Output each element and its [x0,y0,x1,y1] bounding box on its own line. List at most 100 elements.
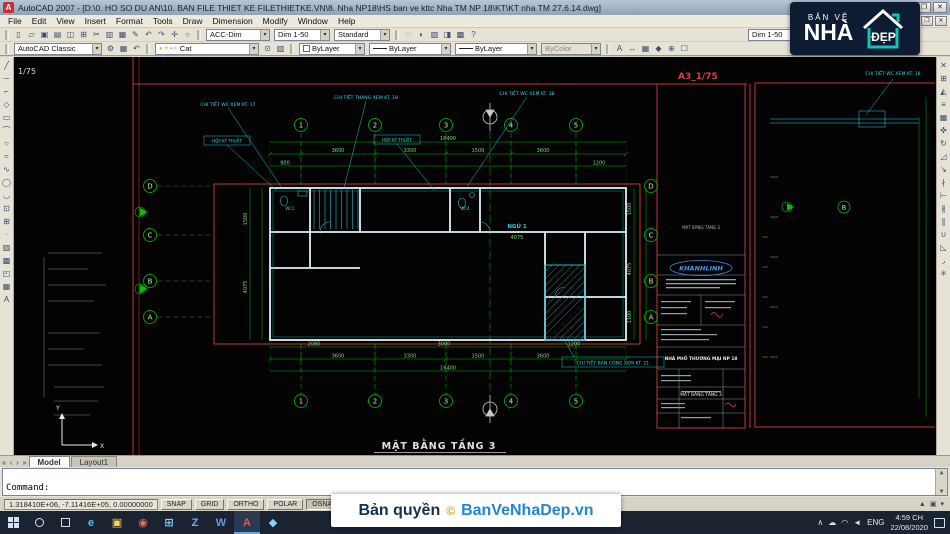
toolbar-icon-line[interactable]: ╱ [0,59,13,72]
toolbar-icon-rectangle[interactable]: ▭ [0,111,13,124]
toolbar-icon-table-style[interactable]: ▦ [639,43,652,55]
taskbar-store[interactable]: ⊞ [156,511,182,534]
taskbar-edge[interactable]: e [78,511,104,534]
toolbar-grip[interactable] [290,43,294,54]
menu-dimension[interactable]: Dimension [208,16,258,26]
taskbar-photos[interactable]: ◆ [260,511,286,534]
toolbar-icon-workspace-settings[interactable]: ⚙ [104,43,117,55]
linetype-dropdown[interactable]: ByLayer ▾ [369,42,451,55]
tab-model[interactable]: Model [28,456,70,467]
toolbar-icon-construction-line[interactable]: ─ [0,72,13,85]
toolbar-icon-revision-cloud[interactable]: ≈ [0,150,13,163]
toolbar-icon-pan[interactable]: ✛ [168,29,181,41]
command-input[interactable]: Command: ▲ ▼ [2,468,948,496]
dim-scale-dropdown[interactable]: Dim 1-50 ▾ [274,28,330,41]
toolbar-icon-ellipse-arc[interactable]: ◡ [0,189,13,202]
toggle-snap[interactable]: SNAP [160,498,192,510]
toolbar-icon-copy[interactable]: ⊞ [937,72,950,85]
toolbar-icon-zoom-realtime[interactable]: ○ [181,29,194,41]
toolbar-icon-break[interactable]: ∥ [937,215,950,228]
toolbar-icon-chamfer[interactable]: ◺ [937,241,950,254]
toggle-ortho[interactable]: ORTHO [227,498,265,510]
toolbar-icon-plot-preview[interactable]: ◫ [64,29,77,41]
clock[interactable]: 4:59 CH 22/08/2020 [890,513,928,532]
search-button[interactable] [26,511,52,534]
menu-window[interactable]: Window [293,16,333,26]
volume-icon[interactable]: ◄ [853,518,861,527]
toolbar-icon-named-views[interactable]: ☐ [678,43,691,55]
toolbar-lock-icon[interactable]: ▣ [930,500,937,508]
toolbar-grip[interactable] [395,29,399,40]
menu-insert[interactable]: Insert [80,16,111,26]
toolbar-icon-make-block[interactable]: ⊞ [0,215,13,228]
network-icon[interactable]: ◠ [841,518,848,527]
start-button[interactable] [0,511,26,534]
taskbar-word[interactable]: W [208,511,234,534]
tab-last-icon[interactable]: » [21,460,29,467]
toolbar-icon-trim[interactable]: ∤ [937,176,950,189]
toolbar-icon-move[interactable]: ✜ [937,124,950,137]
toolbar-icon-polygon[interactable]: ◇ [0,98,13,111]
toolbar-icon-spline[interactable]: ∿ [0,163,13,176]
toolbar-icon-layer-previous[interactable]: ↶ [130,43,143,55]
menu-view[interactable]: View [51,16,79,26]
command-scrollbar[interactable]: ▲ ▼ [935,469,947,495]
toolbar-icon-properties[interactable]: ▧ [428,29,441,41]
toolbar-icon-ellipse[interactable]: ◯ [0,176,13,189]
toolbar-icon-scale[interactable]: ◿ [937,150,950,163]
scroll-up-icon[interactable]: ▲ [940,469,944,476]
tray-expand-icon[interactable]: ∧ [817,518,823,527]
drawing-canvas[interactable]: 12345 12345 DCBA DCBA 16400 3600 3300 1500… [14,57,936,455]
toolbar-icon-render[interactable]: ◆ [652,43,665,55]
language-indicator[interactable]: ENG [867,518,884,527]
toolbar-icon-point[interactable]: · [0,228,13,241]
toggle-polar[interactable]: POLAR [267,498,304,510]
toolbar-icon-save[interactable]: ▣ [38,29,51,41]
toolbar-icon-cut[interactable]: ✂ [90,29,103,41]
taskbar-zalo[interactable]: Z [182,511,208,534]
task-view-button[interactable] [52,511,78,534]
toolbar-grip[interactable] [606,43,610,54]
toolbar-icon-orbit[interactable]: ⊕ [665,43,678,55]
toolbar-icon-offset[interactable]: ≡ [937,98,950,111]
menu-modify[interactable]: Modify [258,16,293,26]
toolbar-icon-dimension-style-manager[interactable]: ↔ [626,43,639,55]
dim-style-dropdown[interactable]: ACC-Dim ▾ [206,28,270,41]
onedrive-icon[interactable]: ☁ [828,518,836,527]
toolbar-icon-stretch[interactable]: ↘ [937,163,950,176]
menu-help[interactable]: Help [333,16,360,26]
action-center-icon[interactable] [934,517,945,528]
toolbar-grip[interactable] [5,29,9,40]
toolbar-grip[interactable] [197,29,201,40]
taskbar-autocad[interactable]: A [234,511,260,534]
toolbar-icon-zoom-previous[interactable]: ◐ [415,29,428,41]
toolbar-icon-table[interactable]: ▦ [0,280,13,293]
lineweight-dropdown[interactable]: ByLayer ▾ [455,42,537,55]
toolbar-icon-insert-block[interactable]: ⊡ [0,202,13,215]
toolbar-icon-gradient[interactable]: ▩ [0,254,13,267]
toolbar-icon-rotate[interactable]: ↻ [937,137,950,150]
toolbar-icon-join[interactable]: ∪ [937,228,950,241]
close-button[interactable]: ✕ [933,2,947,13]
workspace-dropdown[interactable]: AutoCAD Classic ▾ [14,42,102,55]
text-style-dropdown[interactable]: Standard ▾ [334,28,390,41]
toolbar-icon-layer-states[interactable]: ▨ [274,43,287,55]
toolbar-icon-circle[interactable]: ○ [0,137,13,150]
doc-close-button[interactable]: ✕ [935,16,947,26]
menu-file[interactable]: File [3,16,27,26]
toolbar-icon-redo[interactable]: ↷ [155,29,168,41]
toolbar-icon-extend[interactable]: ⊢ [937,189,950,202]
toolbar-icon-explode[interactable]: ✳ [937,267,950,280]
toolbar-icon-hatch[interactable]: ▨ [0,241,13,254]
toolbar-icon-array[interactable]: ▦ [937,111,950,124]
status-menu-icon[interactable]: ▾ [940,500,944,508]
tab-layout1[interactable]: Layout1 [70,456,118,467]
toolbar-icon-match-properties[interactable]: ✎ [129,29,142,41]
toolbar-icon-arc[interactable]: ⌒ [0,124,13,137]
menu-draw[interactable]: Draw [178,16,208,26]
drawing-area[interactable]: 12345 12345 DCBA DCBA 16400 3600 3300 1500… [14,57,936,455]
toolbar-icon-tool-palettes[interactable]: ▩ [454,29,467,41]
toolbar-icon-multiline-text[interactable]: A [0,293,13,306]
toolbar-icon-new[interactable]: ▯ [12,29,25,41]
toolbar-icon-help[interactable]: ? [467,29,480,41]
